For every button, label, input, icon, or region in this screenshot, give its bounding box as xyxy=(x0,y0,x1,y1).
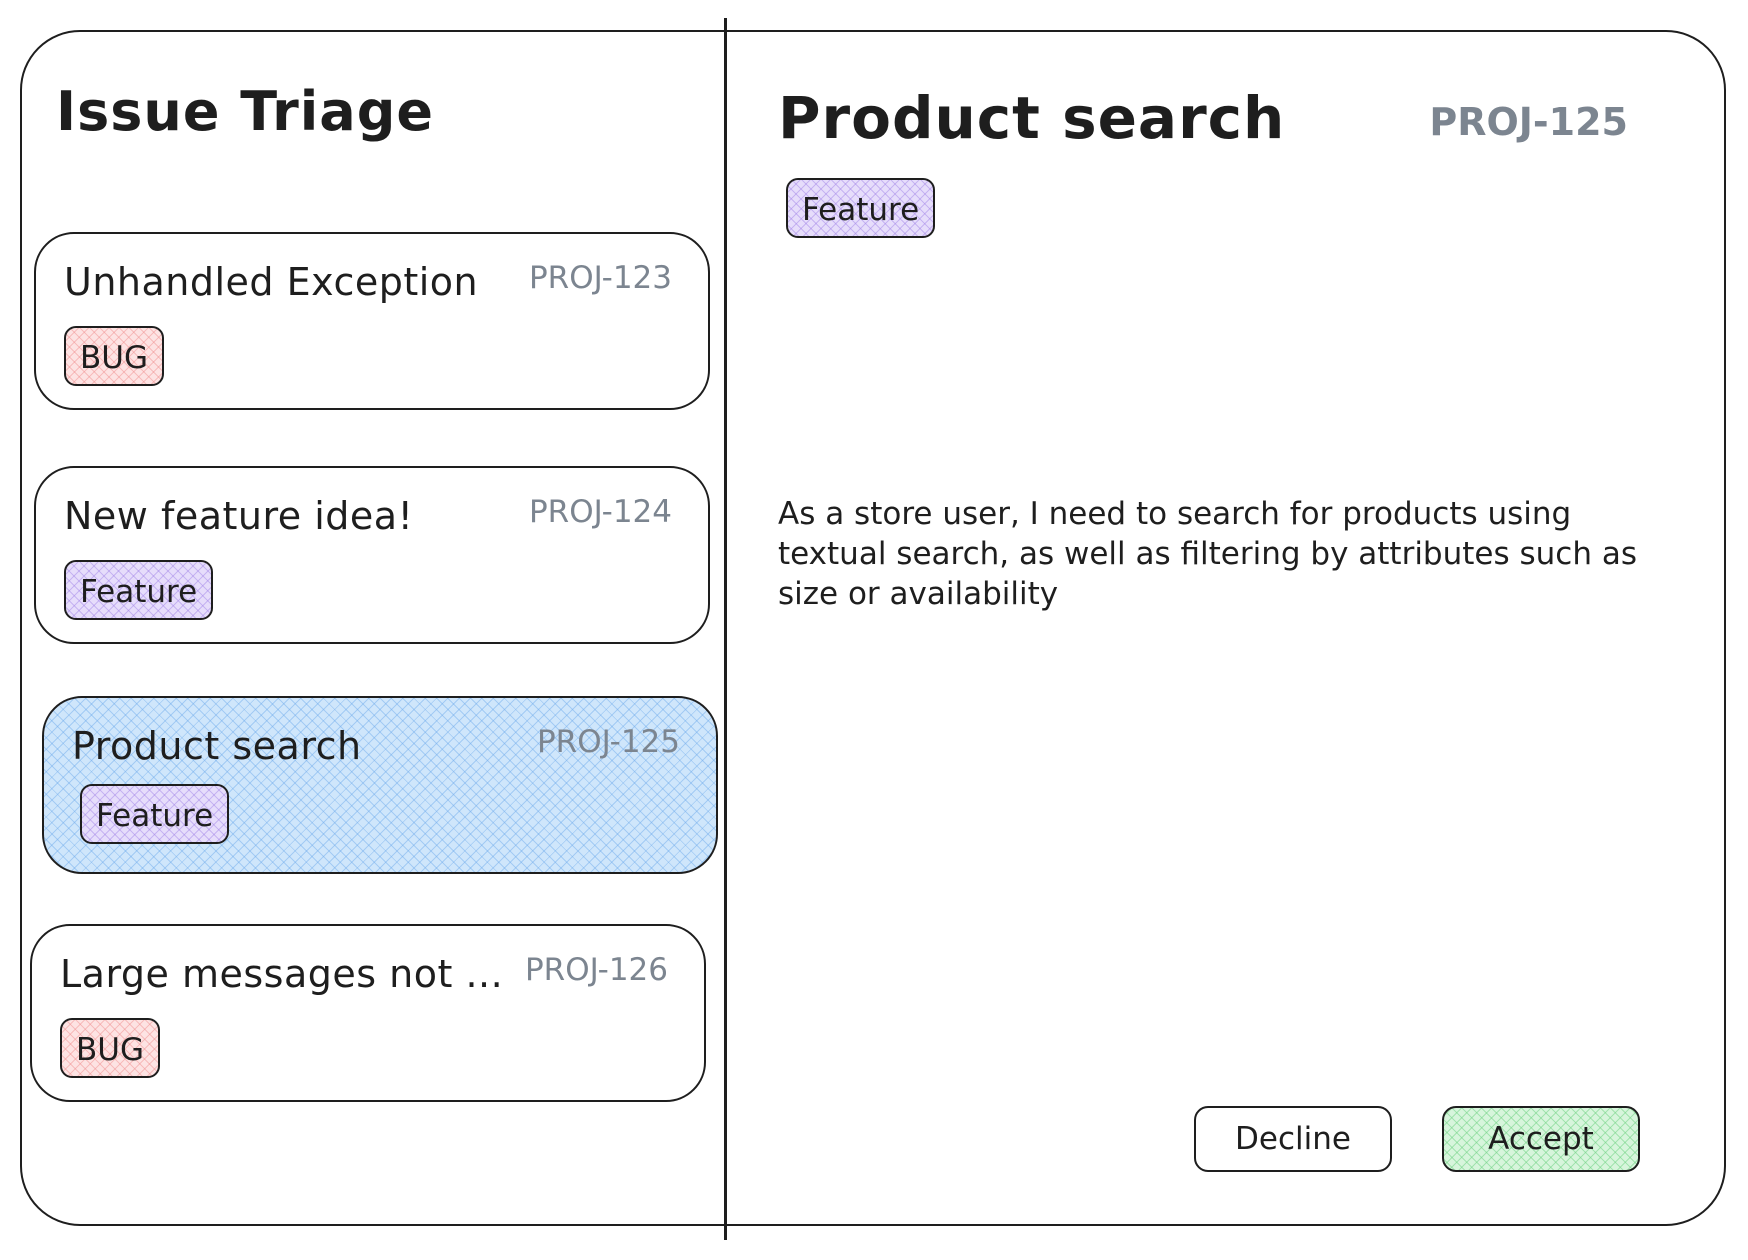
issue-title: Unhandled Exception xyxy=(64,260,479,304)
issue-card-proj-126[interactable]: Large messages not ... PROJ-126 BUG xyxy=(30,924,706,1102)
detail-description: As a store user, I need to search for pr… xyxy=(778,496,1637,612)
issue-id: PROJ-123 xyxy=(528,260,672,296)
issue-id: PROJ-124 xyxy=(528,494,672,530)
bug-tag: BUG xyxy=(64,326,164,386)
accept-button[interactable]: Accept xyxy=(1442,1106,1640,1172)
feature-tag: Feature xyxy=(80,784,230,844)
issue-id: PROJ-126 xyxy=(524,952,668,988)
detail-title: Product search xyxy=(778,84,1286,152)
decline-button[interactable]: Decline xyxy=(1194,1106,1392,1172)
panel-divider xyxy=(724,18,727,1240)
issue-card-proj-124[interactable]: New feature idea! PROJ-124 Feature xyxy=(34,466,710,644)
issue-title: New feature idea! xyxy=(64,494,414,538)
issue-card-proj-125-selected[interactable]: Product search PROJ-125 Feature xyxy=(42,696,718,874)
feature-tag: Feature xyxy=(64,560,214,620)
detail-feature-tag: Feature xyxy=(786,178,936,238)
issue-title: Large messages not ... xyxy=(60,952,504,996)
bug-tag: BUG xyxy=(60,1018,160,1078)
issue-card-proj-123[interactable]: Unhandled Exception PROJ-123 BUG xyxy=(34,232,710,410)
detail-issue-id: PROJ-125 xyxy=(1429,100,1628,144)
issue-title: Product search xyxy=(72,724,362,768)
app-title: Issue Triage xyxy=(56,80,435,143)
issue-id: PROJ-125 xyxy=(536,724,680,760)
